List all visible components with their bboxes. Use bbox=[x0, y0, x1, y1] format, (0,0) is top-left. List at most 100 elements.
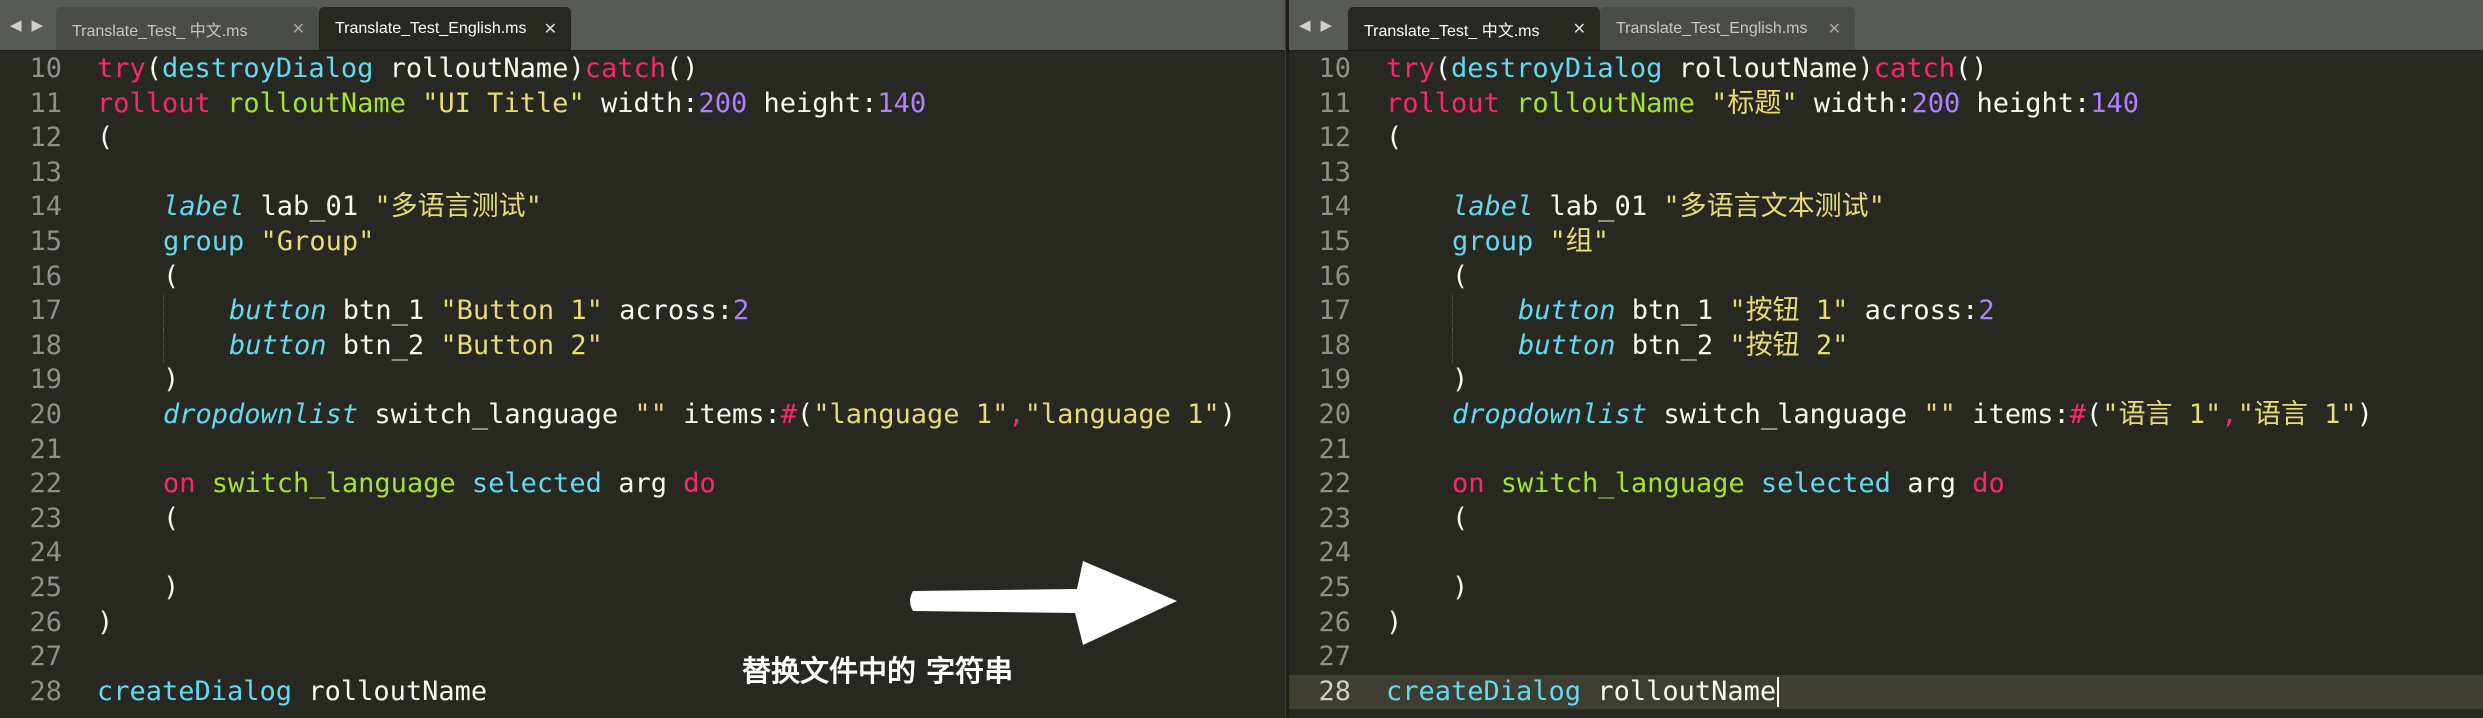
code-token: createDialog bbox=[97, 675, 293, 707]
code-token: on bbox=[163, 468, 196, 500]
code-line[interactable]: 22 on switch_language selected arg do bbox=[0, 467, 1285, 502]
code-line[interactable]: 23 ( bbox=[1289, 502, 2483, 537]
code-content: ) bbox=[163, 571, 179, 606]
code-line[interactable]: 20 dropdownlist switch_language "" items:… bbox=[0, 398, 1285, 433]
line-number: 15 bbox=[1318, 225, 1351, 257]
tab-prev-icon[interactable]: ◀ bbox=[10, 16, 22, 34]
code-token: rollout bbox=[1386, 87, 1500, 119]
code-content: label lab_01 "多语言测试" bbox=[163, 190, 542, 225]
code-line[interactable]: 28 createDialog rolloutName bbox=[0, 675, 1285, 710]
code-line[interactable]: 13 bbox=[0, 156, 1285, 191]
code-token: ( bbox=[1434, 53, 1452, 84]
close-icon[interactable]: ✕ bbox=[292, 19, 305, 38]
code-content: ) bbox=[1452, 363, 1468, 398]
line-number: 22 bbox=[29, 468, 62, 500]
line-number: 25 bbox=[29, 571, 62, 603]
code-line[interactable]: 10 try(destroyDialog rolloutName)catch() bbox=[1289, 52, 2483, 87]
code-line[interactable]: 13 bbox=[1289, 156, 2483, 191]
code-token: 2 bbox=[732, 295, 750, 327]
code-line[interactable]: 16 ( bbox=[1289, 260, 2483, 295]
line-number: 27 bbox=[1318, 641, 1351, 673]
code-line[interactable]: 12 ( bbox=[1289, 121, 2483, 156]
code-line[interactable]: 28 createDialog rolloutName bbox=[1289, 674, 2483, 710]
code-token: 140 bbox=[877, 87, 927, 119]
code-line[interactable]: 19) bbox=[1289, 363, 2483, 398]
code-token: width: bbox=[584, 87, 699, 119]
left-tab-chinese-file[interactable]: Translate_Test_ 中文.ms ✕ bbox=[56, 7, 319, 50]
code-line[interactable]: 21 bbox=[1289, 433, 2483, 468]
code-line[interactable]: 17 button btn_1 "Button 1" across:2 bbox=[0, 294, 1285, 329]
code-token: "" bbox=[634, 398, 667, 430]
line-number: 12 bbox=[29, 122, 62, 154]
code-token: items: bbox=[1955, 398, 2070, 430]
code-token: () bbox=[1954, 53, 1988, 84]
code-token: "" bbox=[1923, 398, 1956, 430]
close-icon[interactable]: ✕ bbox=[1828, 19, 1841, 38]
code-token: ) bbox=[1386, 606, 1403, 638]
code-line[interactable]: 14 label lab_01 "多语言文本测试" bbox=[1289, 190, 2483, 225]
code-token: lab_01 bbox=[244, 191, 375, 223]
line-number: 26 bbox=[1318, 606, 1351, 638]
code-token: try bbox=[97, 53, 146, 84]
code-token: arg bbox=[1890, 468, 1973, 500]
line-number: 28 bbox=[1318, 675, 1351, 707]
code-line[interactable]: 11 rollout rolloutName "标题" width:200 hei… bbox=[1289, 87, 2483, 122]
right-code-area[interactable]: 10 try(destroyDialog rolloutName)catch() 1… bbox=[1289, 50, 2483, 718]
code-line[interactable]: 20 dropdownlist switch_language "" items:… bbox=[1289, 398, 2483, 433]
code-line[interactable]: 22 on switch_language selected arg do bbox=[1289, 467, 2483, 502]
code-line[interactable]: 21 bbox=[0, 433, 1285, 468]
code-content: rollout rolloutName "UI Title" width:200… bbox=[97, 87, 926, 122]
close-icon[interactable]: ✕ bbox=[1573, 19, 1586, 38]
tab-next-icon[interactable]: ▶ bbox=[1321, 16, 1333, 34]
code-content: ( bbox=[163, 260, 179, 295]
line-number: 18 bbox=[1318, 329, 1351, 361]
right-tab-english-file[interactable]: Translate_Test_English.ms ✕ bbox=[1600, 7, 1855, 50]
code-token: ( bbox=[797, 398, 814, 430]
code-token: btn_2 bbox=[1615, 329, 1730, 361]
code-line[interactable]: 27 bbox=[1289, 640, 2483, 675]
code-token: , bbox=[1008, 398, 1025, 430]
tab-prev-icon[interactable]: ◀ bbox=[1299, 16, 1311, 34]
code-content: ) bbox=[1452, 571, 1468, 606]
line-number: 18 bbox=[29, 329, 62, 361]
indent-guide bbox=[163, 328, 164, 364]
code-line[interactable]: 12 ( bbox=[0, 121, 1285, 156]
code-line[interactable]: 15 group "Group" bbox=[0, 225, 1285, 260]
code-line[interactable]: 11 rollout rolloutName "UI Title" width:2… bbox=[0, 87, 1285, 122]
code-content: ( bbox=[163, 502, 179, 537]
code-line[interactable]: 17 button btn_1 "按钮 1" across:2 bbox=[1289, 294, 2483, 329]
code-token: destroyDialog bbox=[1451, 53, 1663, 84]
line-number: 19 bbox=[1318, 364, 1351, 396]
line-number: 17 bbox=[1318, 295, 1351, 327]
annotation-caption: 替换文件中的 字符串 bbox=[742, 654, 1014, 688]
left-tab-english-file[interactable]: Translate_Test_English.ms ✕ bbox=[319, 7, 571, 50]
code-line[interactable]: 18 button btn_2 "Button 2" bbox=[0, 328, 1285, 364]
code-token: items: bbox=[666, 398, 781, 430]
tab-label: Translate_Test_English.ms bbox=[1616, 19, 1808, 37]
code-line[interactable]: 16 ( bbox=[0, 260, 1285, 295]
code-line[interactable]: 15 group "组" bbox=[1289, 225, 2483, 260]
code-token: createDialog bbox=[1386, 675, 1582, 707]
tab-next-icon[interactable]: ▶ bbox=[32, 16, 44, 34]
code-line[interactable]: 23 ( bbox=[0, 502, 1285, 537]
line-number: 12 bbox=[1318, 122, 1351, 154]
right-tab-chinese-file[interactable]: Translate_Test_ 中文.ms ✕ bbox=[1348, 7, 1600, 50]
line-number: 25 bbox=[1318, 571, 1351, 603]
code-token: rolloutName bbox=[1516, 87, 1695, 119]
close-icon[interactable]: ✕ bbox=[544, 19, 557, 38]
line-number: 22 bbox=[1318, 468, 1351, 500]
code-line[interactable]: 10 try(destroyDialog rolloutName)catch() bbox=[0, 52, 1285, 87]
code-line[interactable]: 19) bbox=[0, 363, 1285, 398]
code-token: rolloutName bbox=[1581, 675, 1777, 707]
code-content: ( bbox=[1386, 121, 1402, 156]
code-line[interactable]: 26) bbox=[1289, 606, 2483, 641]
code-line[interactable]: 24 bbox=[1289, 536, 2483, 571]
line-number: 24 bbox=[1318, 537, 1351, 569]
code-line[interactable]: 25) bbox=[1289, 571, 2483, 606]
code-line[interactable]: 14 label lab_01 "多语言测试" bbox=[0, 190, 1285, 225]
code-token: ( bbox=[145, 53, 163, 84]
line-number: 16 bbox=[29, 260, 62, 292]
code-line[interactable]: 18 button btn_2 "按钮 2" bbox=[1289, 328, 2483, 364]
